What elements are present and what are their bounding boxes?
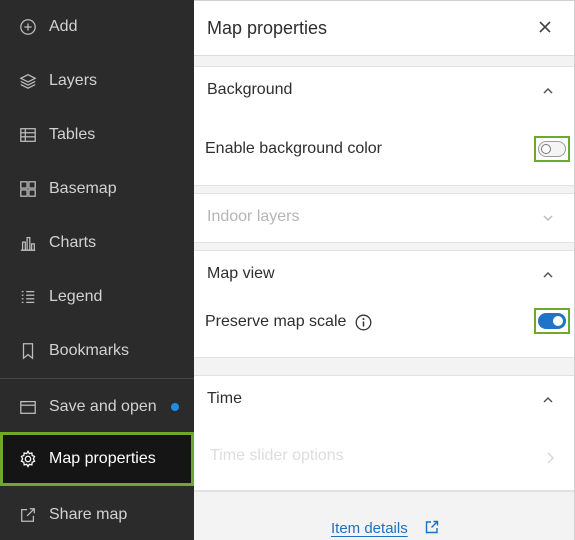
chevron-right-icon [546, 451, 555, 464]
section-title: Indoor layers [207, 208, 300, 225]
map-properties-panel: Map properties Background Enable backgro… [194, 0, 575, 540]
sidebar-item-label: Layers [49, 72, 98, 89]
chevron-up-icon [542, 268, 554, 280]
unsaved-indicator-dot [171, 403, 179, 411]
sidebar-item-map-properties[interactable]: Map properties [0, 432, 194, 486]
section-title: Background [207, 81, 293, 98]
sidebar-item-label: Legend [49, 288, 103, 305]
sidebar-item-label: Bookmarks [49, 342, 130, 359]
sidebar-item-label: Basemap [49, 180, 117, 197]
section-time: Time Time slider options [194, 375, 574, 491]
section-title: Map view [207, 265, 275, 282]
sidebar-item-label: Share map [49, 506, 128, 523]
time-slider-options-label: Time slider options [210, 447, 344, 464]
close-button[interactable] [538, 20, 554, 36]
gear-icon [18, 449, 38, 469]
chart-icon [18, 233, 38, 253]
toggle-switch [538, 313, 566, 329]
section-background: Background Enable background color [194, 66, 574, 186]
enable-background-color-label: Enable background color [205, 140, 383, 157]
sidebar-item-add[interactable]: Add [0, 0, 194, 54]
item-details-link[interactable]: Item details [331, 520, 408, 537]
bookmark-icon [18, 341, 38, 361]
sidebar-item-basemap[interactable]: Basemap [0, 162, 194, 216]
section-time-header[interactable]: Time [194, 376, 574, 422]
section-indoor-layers: Indoor layers [194, 193, 574, 243]
panel-footer: Item details [194, 491, 574, 540]
sidebar-item-label: Save and open [49, 398, 157, 415]
share-icon [18, 505, 38, 525]
section-map-view-header[interactable]: Map view [194, 251, 574, 297]
panel-header: Map properties [194, 1, 574, 56]
preserve-map-scale-toggle[interactable] [534, 308, 570, 334]
sidebar: Add Layers Tables Basemap Charts Legend [0, 0, 194, 540]
preserve-map-scale-label: Preserve map scale [205, 313, 347, 330]
section-title: Time [207, 390, 242, 407]
sidebar-item-label: Tables [49, 126, 96, 143]
sidebar-item-bookmarks[interactable]: Bookmarks [0, 324, 194, 378]
legend-icon [18, 287, 38, 307]
sidebar-item-label: Add [49, 18, 78, 35]
sidebar-item-tables[interactable]: Tables [0, 108, 194, 162]
info-icon[interactable] [355, 314, 372, 331]
section-indoor-layers-header: Indoor layers [194, 194, 574, 240]
toggle-switch [538, 141, 566, 157]
chevron-down-icon [542, 211, 554, 223]
sidebar-item-legend[interactable]: Legend [0, 270, 194, 324]
table-icon [18, 125, 38, 145]
section-background-header[interactable]: Background [194, 67, 574, 113]
sidebar-item-label: Charts [49, 234, 97, 251]
enable-background-color-toggle[interactable] [534, 136, 570, 162]
chevron-up-icon [542, 84, 554, 96]
sidebar-item-share-map[interactable]: Share map [0, 488, 194, 540]
external-link-icon [425, 520, 439, 534]
panel-title: Map properties [207, 18, 328, 38]
sidebar-item-save-and-open[interactable]: Save and open [0, 380, 194, 434]
add-circle-icon [18, 17, 38, 37]
section-map-view: Map view Preserve map scale [194, 250, 574, 358]
folder-icon [18, 397, 38, 417]
chevron-up-icon [542, 393, 554, 405]
layers-icon [18, 71, 38, 91]
basemap-icon [18, 179, 38, 199]
sidebar-divider [0, 378, 194, 379]
sidebar-item-label: Map properties [49, 450, 156, 467]
sidebar-item-layers[interactable]: Layers [0, 54, 194, 108]
close-icon [539, 21, 551, 33]
sidebar-item-charts[interactable]: Charts [0, 216, 194, 270]
